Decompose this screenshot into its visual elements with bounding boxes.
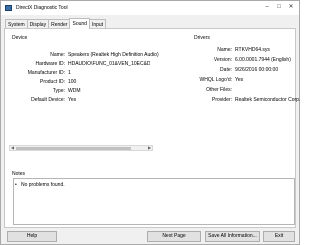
notes-item: • No problems found. [15, 182, 65, 188]
driver-label: WHQL Logo'd: [199, 77, 232, 83]
driver-value: 6.00.0001.7944 (English) [235, 57, 291, 63]
notes-section-heading: Notes [12, 171, 26, 177]
device-value: Speakers (Realtek High Definition Audio) [68, 52, 159, 58]
device-value: 1 [68, 70, 71, 76]
minimize-button[interactable]: – [261, 3, 273, 12]
driver-value: Realtek Semiconductor Corp. [235, 97, 301, 103]
save-all-information-button[interactable]: Save All Information... [205, 231, 260, 242]
driver-label: Date: [220, 67, 232, 73]
driver-value: RTKVHD64.sys [235, 47, 270, 53]
device-section-heading: Device [12, 35, 28, 41]
help-button[interactable]: Help [7, 231, 57, 242]
driver-value: Yes [235, 77, 244, 83]
maximize-button[interactable]: □ [273, 3, 285, 12]
scrollbar-thumb[interactable] [16, 147, 131, 150]
device-horizontal-scrollbar[interactable]: ◀ ▶ [9, 145, 153, 151]
window-title: DirectX Diagnostic Tool [16, 5, 68, 11]
dxdiag-window: DirectX Diagnostic Tool – □ ✕ System Dis… [0, 0, 300, 245]
window-controls: – □ ✕ [261, 3, 297, 12]
next-page-button[interactable]: Next Page [147, 231, 201, 242]
driver-label: Version: [213, 57, 232, 63]
bottom-button-bar: Help Next Page Save All Information... E… [1, 229, 299, 245]
driver-label: Name: [217, 47, 232, 53]
device-value: 100 [68, 79, 77, 85]
device-value: WDM [68, 88, 81, 94]
device-label: Name: [50, 52, 65, 58]
device-label: Hardware ID: [35, 61, 65, 67]
close-button[interactable]: ✕ [285, 3, 297, 12]
title-bar[interactable]: DirectX Diagnostic Tool – □ ✕ [1, 1, 299, 15]
sound-tab-panel: Device Name: Speakers (Realtek High Defi… [4, 28, 300, 228]
device-label: Default Device: [31, 97, 65, 103]
bullet-icon: • [15, 182, 17, 188]
driver-value: 9/26/2016 00:00:00 [235, 67, 279, 73]
scroll-left-arrow-icon[interactable]: ◀ [10, 146, 15, 150]
tab-sound[interactable]: Sound [69, 18, 90, 29]
scroll-right-arrow-icon[interactable]: ▶ [147, 146, 152, 150]
directx-app-icon [5, 5, 12, 11]
exit-button[interactable]: Exit [263, 231, 295, 242]
device-value: HDAUDIO\FUNC_01&VEN_10EC&DEV_0282&SUBSYS… [68, 61, 150, 67]
notes-box[interactable]: • No problems found. [13, 178, 295, 225]
device-label: Type: [52, 88, 65, 94]
device-label: Product ID: [39, 79, 65, 85]
drivers-section-heading: Drivers [194, 35, 210, 41]
device-value: Yes [68, 97, 77, 103]
notes-item-text: No problems found. [21, 182, 65, 188]
device-label: Manufacturer ID: [27, 70, 65, 76]
driver-label: Provider: [211, 97, 232, 103]
driver-label: Other Files: [206, 87, 232, 93]
